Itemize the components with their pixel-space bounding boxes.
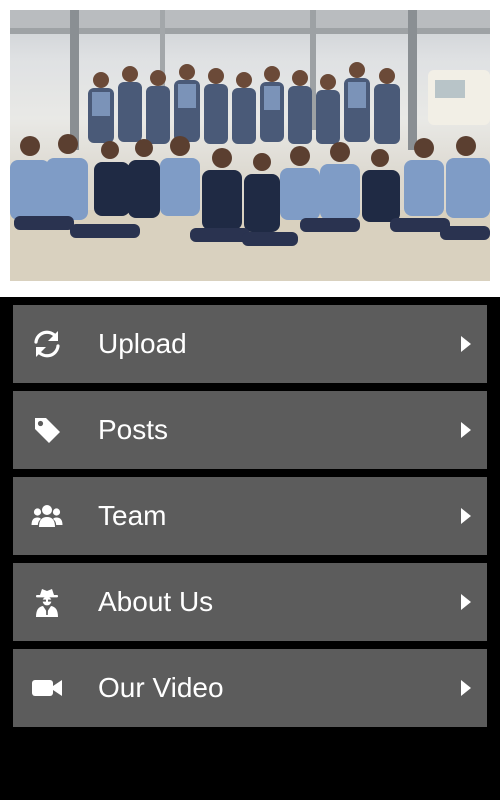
- chevron-right-icon: [461, 422, 471, 438]
- refresh-icon: [31, 328, 63, 360]
- menu-item-team[interactable]: Team: [13, 477, 487, 555]
- tag-icon: [31, 414, 63, 446]
- video-camera-icon: [31, 672, 63, 704]
- main-menu: Upload Posts Team About Us Our Video: [13, 305, 487, 735]
- menu-item-label: Upload: [98, 328, 187, 359]
- menu-item-posts[interactable]: Posts: [13, 391, 487, 469]
- menu-item-our-video[interactable]: Our Video: [13, 649, 487, 727]
- group-photo-illustration: [10, 10, 490, 281]
- spy-icon: [31, 586, 63, 618]
- header-photo-frame: [0, 0, 500, 297]
- chevron-right-icon: [461, 508, 471, 524]
- group-photo: [10, 10, 490, 281]
- users-icon: [31, 500, 63, 532]
- chevron-right-icon: [461, 680, 471, 696]
- chevron-right-icon: [461, 594, 471, 610]
- menu-item-label: Team: [98, 500, 167, 531]
- menu-item-label: Our Video: [98, 672, 224, 703]
- menu-item-about-us[interactable]: About Us: [13, 563, 487, 641]
- menu-item-upload[interactable]: Upload: [13, 305, 487, 383]
- menu-item-label: About Us: [98, 586, 214, 617]
- chevron-right-icon: [461, 336, 471, 352]
- menu-item-label: Posts: [98, 414, 169, 445]
